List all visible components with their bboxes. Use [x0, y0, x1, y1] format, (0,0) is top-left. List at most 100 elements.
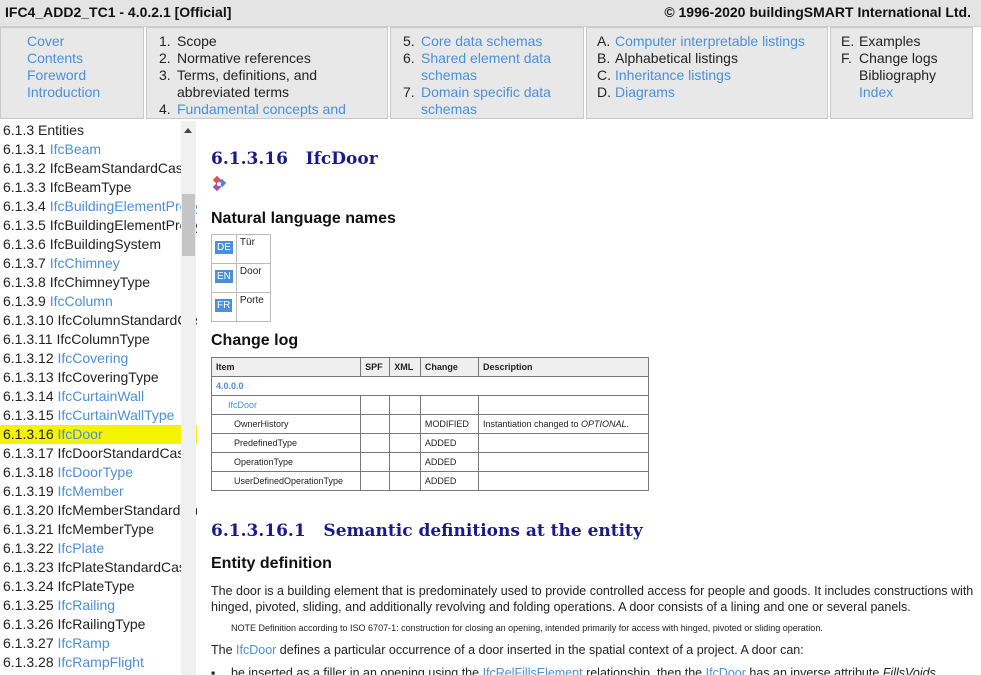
nav-link[interactable]: Resource definition data schemas [421, 118, 579, 119]
toc-item-label[interactable]: IfcMemberType [58, 521, 154, 537]
toc-item[interactable]: 6.1.3.20 IfcMemberStandardCase [0, 501, 197, 520]
toc-item-label[interactable]: IfcRailing [58, 597, 116, 613]
toc-item[interactable]: 6.1.3.18 IfcDoorType [0, 463, 197, 482]
nav-link[interactable]: Terms, definitions, and abbreviated term… [177, 67, 383, 101]
toc-item-label[interactable]: IfcMember [58, 483, 124, 499]
nav-item: 2. Normative references [159, 50, 383, 67]
toc-item-label[interactable]: IfcCurtainWallType [58, 407, 175, 423]
nav-link[interactable]: Alphabetical listings [615, 50, 738, 67]
toc-item[interactable]: 6.1.3.4 IfcBuildingElementProxy [0, 197, 197, 216]
nav-link[interactable]: Diagrams [615, 84, 675, 101]
toc-item-label[interactable]: IfcRampFlight [58, 654, 144, 670]
toc-item[interactable]: 6.1.3.25 IfcRailing [0, 596, 197, 615]
toc-item-label[interactable]: IfcColumnType [56, 331, 149, 347]
empty-cell [419, 395, 479, 415]
toc-item-label[interactable]: IfcPlate [58, 540, 105, 556]
toc-item-label[interactable]: IfcChimneyType [50, 274, 150, 290]
toc-item-label[interactable]: IfcPlateType [58, 578, 135, 594]
xml-cell [389, 433, 421, 453]
entity-diagram-icon[interactable] [211, 176, 227, 192]
toc-item-number: 6.1.3.7 [3, 255, 46, 271]
nav-link[interactable]: Core data schemas [421, 33, 542, 50]
toc-item-label[interactable]: IfcRailingType [58, 616, 146, 632]
toc-item[interactable]: 6.1.3.19 IfcMember [0, 482, 197, 501]
toc-item-label[interactable]: IfcBeamType [50, 179, 132, 195]
toc-item[interactable]: 6.1.3.17 IfcDoorStandardCase [0, 444, 197, 463]
nav-link[interactable]: Bibliography [859, 67, 936, 84]
toc-item[interactable]: 6.1.3.15 IfcCurtainWallType [0, 406, 197, 425]
toc-item[interactable]: 6.1.3.5 IfcBuildingElementProxyType [0, 216, 197, 235]
toc-item-label[interactable]: IfcBuildingElementProxy [50, 198, 197, 214]
change-log-header: Change [419, 357, 479, 377]
toc-item-number: 6.1.3.1 [3, 141, 46, 157]
toc-item-label[interactable]: IfcChimney [50, 255, 120, 271]
toc-item[interactable]: 6.1.3.22 IfcPlate [0, 539, 197, 558]
toc-item[interactable]: 6.1.3.12 IfcCovering [0, 349, 197, 368]
nav-link[interactable]: Change logs [859, 50, 938, 67]
nav-link[interactable]: Examples [859, 33, 920, 50]
nav-link-3[interactable]: Introduction [27, 84, 100, 100]
toc-item[interactable]: 6.1.3.13 IfcCoveringType [0, 368, 197, 387]
toc-item[interactable]: 6.1.3.28 IfcRampFlight [0, 653, 197, 672]
toc-item[interactable]: 6.1.3.3 IfcBeamType [0, 178, 197, 197]
nav-link[interactable]: Domain specific data schemas [421, 84, 579, 118]
toc-item-label[interactable]: IfcRamp [58, 635, 110, 651]
nav-item: 8. Resource definition data schemas [403, 118, 579, 119]
toc-item-label[interactable]: IfcBuildingSystem [50, 236, 161, 252]
toc-item-label[interactable]: IfcDoor [58, 426, 103, 442]
toc-item[interactable]: 6.1.3.6 IfcBuildingSystem [0, 235, 197, 254]
toc-item-label[interactable]: IfcColumn [50, 293, 113, 309]
toc-item[interactable]: 6.1.3.2 IfcBeamStandardCase [0, 159, 197, 178]
toc-item-label[interactable]: IfcDoorStandardCase [58, 445, 193, 461]
toc-item[interactable]: 6.1.3.10 IfcColumnStandardCase [0, 311, 197, 330]
nav-link[interactable]: Normative references [177, 50, 311, 67]
toc-item-label[interactable]: IfcDoorType [58, 464, 133, 480]
nav-item-number [841, 84, 855, 101]
toc-item[interactable]: 6.1.3.14 IfcCurtainWall [0, 387, 197, 406]
nav-link-2[interactable]: Foreword [27, 67, 86, 83]
toc-item-label[interactable]: IfcBuildingElementProxyType [50, 217, 197, 233]
toc-item[interactable]: 6.1.3.7 IfcChimney [0, 254, 197, 273]
nav-item: C. Inheritance listings [597, 67, 823, 84]
toc-item[interactable]: 6.1.3.9 IfcColumn [0, 292, 197, 311]
nav-item-number [841, 67, 855, 84]
toc-item[interactable]: 6.1.3.8 IfcChimneyType [0, 273, 197, 292]
toc-item[interactable]: 6.1.3.24 IfcPlateType [0, 577, 197, 596]
toc-item[interactable]: 6.1.3.16 IfcDoor [0, 425, 197, 444]
nav-link-1[interactable]: Contents [27, 50, 83, 66]
toc-item[interactable]: 6.1.3.23 IfcPlateStandardCase [0, 558, 197, 577]
description-cell [477, 471, 650, 491]
toc-item[interactable]: 6.1.3.21 IfcMemberType [0, 520, 197, 539]
nav-link[interactable]: Scope [177, 33, 217, 50]
toc-item[interactable]: 6.1.3.1 IfcBeam [0, 140, 197, 159]
toc-item[interactable]: 6.1.3.27 IfcRamp [0, 634, 197, 653]
nav-link[interactable]: Shared element data schemas [421, 50, 579, 84]
ifcdoor-bullet-link[interactable]: IfcDoor [706, 666, 746, 675]
nav-link[interactable]: Inheritance listings [615, 67, 731, 84]
ifcdoor-inline-link[interactable]: IfcDoor [236, 643, 276, 657]
nav-link[interactable]: Fundamental concepts and assumptions [177, 101, 383, 118]
toc-item-label[interactable]: IfcMemberStandardCase [58, 502, 198, 518]
toc-item-label[interactable]: IfcPlateStandardCase [58, 559, 194, 575]
entity-link[interactable]: IfcDoor [228, 400, 257, 410]
toc-item-label[interactable]: IfcCurtainWall [58, 388, 145, 404]
toc-item[interactable]: 6.1.3.11 IfcColumnType [0, 330, 197, 349]
scroll-up-arrow-icon[interactable] [184, 128, 192, 133]
nav-link-0[interactable]: Cover [27, 33, 64, 49]
attribute-name-cell: PredefinedType [211, 433, 362, 453]
toc-scrollbar[interactable] [181, 121, 196, 675]
toc-item-label[interactable]: IfcBeamStandardCase [50, 160, 191, 176]
nav-link[interactable]: Computer interpretable listings [615, 33, 805, 50]
toc-item-label[interactable]: IfcBeam [50, 141, 101, 157]
toc-item-label[interactable]: IfcCovering [58, 350, 129, 366]
description-cell: Instantiation changed to OPTIONAL. [477, 414, 650, 434]
scrollbar-thumb[interactable] [182, 194, 195, 256]
toc-item-label[interactable]: IfcCoveringType [58, 369, 159, 385]
ifcrelfillselement-link[interactable]: IfcRelFillsElement [483, 666, 583, 675]
toc-item-label[interactable]: IfcColumnStandardCase [58, 312, 198, 328]
nav-link[interactable]: Index [859, 84, 893, 101]
change-cell: ADDED [419, 452, 479, 472]
toc-item[interactable]: 6.1.3.26 IfcRailingType [0, 615, 197, 634]
toc-sidebar[interactable]: 6.1.3 Entities 6.1.3.1 IfcBeam 6.1.3.2 If… [0, 121, 197, 675]
version-link[interactable]: 4.0.0.0 [216, 381, 244, 391]
